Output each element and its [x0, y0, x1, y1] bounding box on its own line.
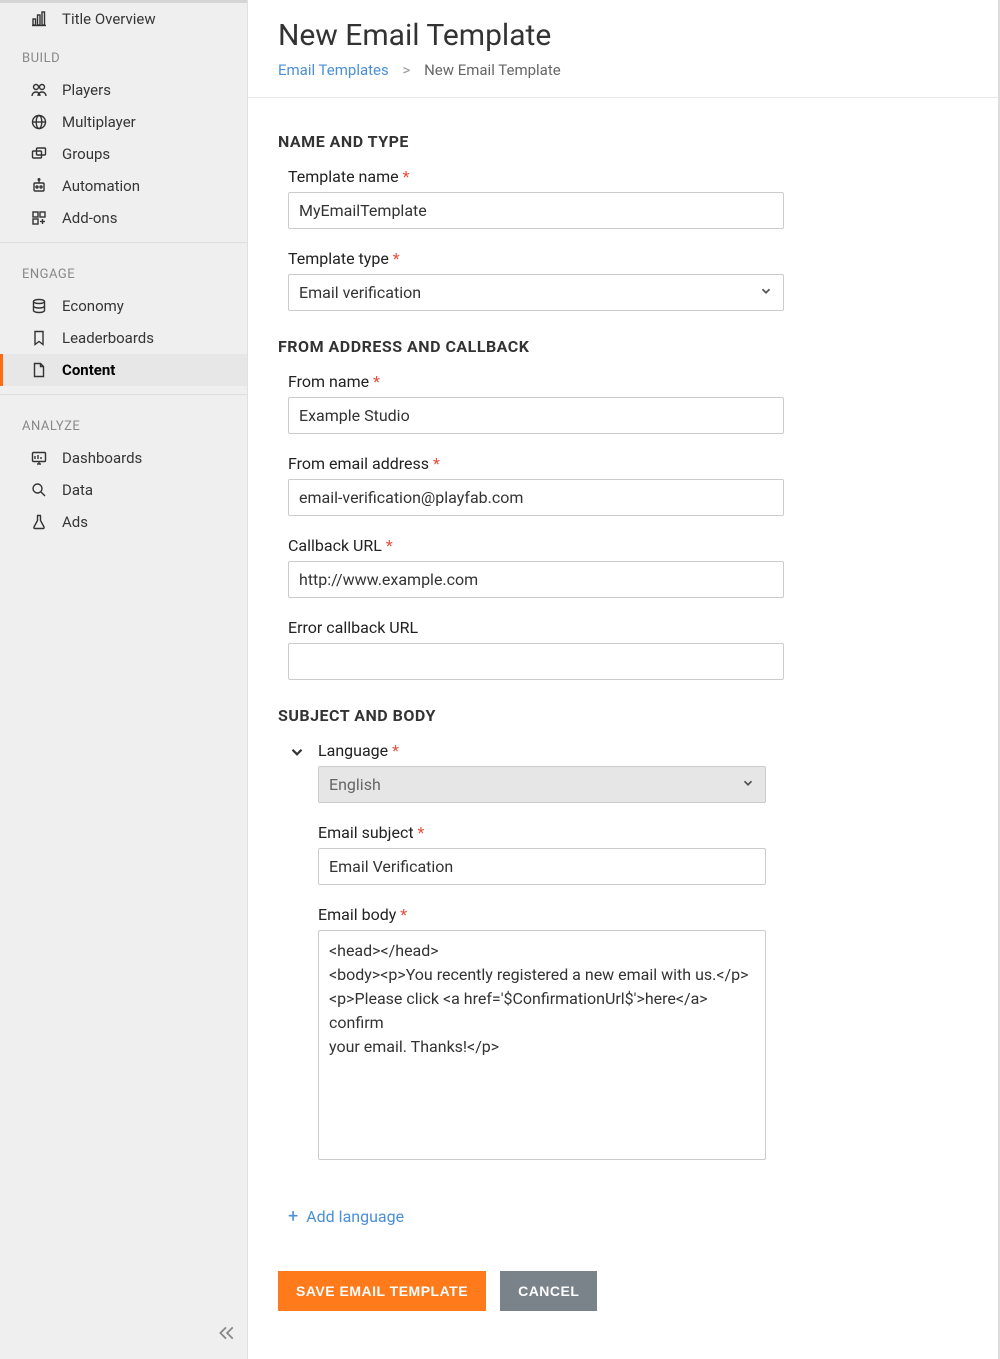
page-title: New Email Template — [278, 18, 968, 53]
sidebar-item-players[interactable]: Players — [0, 74, 247, 106]
globe-icon — [30, 114, 48, 130]
chevron-down-icon — [741, 775, 755, 794]
breadcrumb-current: New Email Template — [424, 61, 561, 79]
sidebar-item-label: Title Overview — [62, 10, 156, 28]
email-subject-input[interactable] — [318, 848, 766, 885]
sidebar-item-label: Players — [62, 81, 111, 99]
email-subject-label: Email subject * — [318, 823, 968, 842]
robot-icon — [30, 178, 48, 194]
sidebar-section-analyze: ANALYZE — [0, 403, 247, 442]
from-name-input[interactable] — [288, 397, 784, 434]
from-email-label: From email address * — [288, 454, 968, 473]
flask-icon — [30, 514, 48, 530]
breadcrumb: Email Templates > New Email Template — [278, 61, 968, 79]
save-button[interactable]: SAVE EMAIL TEMPLATE — [278, 1271, 486, 1311]
section-name-and-type: NAME AND TYPE — [278, 132, 968, 151]
sidebar-item-groups[interactable]: Groups — [0, 138, 247, 170]
template-name-label: Template name * — [288, 167, 968, 186]
chart-bar-icon — [30, 11, 48, 27]
sidebar-item-label: Multiplayer — [62, 113, 136, 131]
plus-icon: + — [288, 1206, 298, 1227]
sidebar-item-content[interactable]: Content — [0, 354, 247, 386]
addons-icon — [30, 210, 48, 226]
sidebar-item-ads[interactable]: Ads — [0, 506, 247, 538]
sidebar-item-title-overview[interactable]: Title Overview — [0, 3, 247, 35]
from-email-input[interactable] — [288, 479, 784, 516]
sidebar-item-multiplayer[interactable]: Multiplayer — [0, 106, 247, 138]
sidebar-section-build: BUILD — [0, 35, 247, 74]
template-type-value: Email verification — [299, 283, 421, 302]
sidebar-item-addons[interactable]: Add-ons — [0, 202, 247, 234]
error-callback-url-label: Error callback URL — [288, 618, 968, 637]
error-callback-url-input[interactable] — [288, 643, 784, 680]
sidebar-item-label: Dashboards — [62, 449, 142, 467]
chevron-down-icon — [759, 283, 773, 302]
dashboard-icon — [30, 450, 48, 466]
sidebar-item-dashboards[interactable]: Dashboards — [0, 442, 247, 474]
sidebar-item-label: Automation — [62, 177, 140, 195]
database-icon — [30, 298, 48, 314]
chevron-down-icon[interactable] — [288, 741, 306, 765]
breadcrumb-separator: > — [402, 61, 410, 79]
sidebar: Title Overview BUILD Players Multiplayer… — [0, 0, 248, 1359]
groups-icon — [30, 146, 48, 162]
language-value: English — [329, 775, 381, 794]
sidebar-item-label: Groups — [62, 145, 110, 163]
cancel-button[interactable]: CANCEL — [500, 1271, 597, 1311]
add-language-button[interactable]: + Add language — [288, 1206, 404, 1227]
email-body-label: Email body * — [318, 905, 968, 924]
sidebar-item-automation[interactable]: Automation — [0, 170, 247, 202]
sidebar-item-label: Ads — [62, 513, 88, 531]
language-label: Language * — [318, 741, 968, 760]
callback-url-label: Callback URL * — [288, 536, 968, 555]
language-select[interactable]: English — [318, 766, 766, 803]
sidebar-section-engage: ENGAGE — [0, 251, 247, 290]
template-name-input[interactable] — [288, 192, 784, 229]
bookmark-icon — [30, 330, 48, 346]
sidebar-item-label: Economy — [62, 297, 124, 315]
template-type-select[interactable]: Email verification — [288, 274, 784, 311]
document-icon — [30, 362, 48, 378]
breadcrumb-link[interactable]: Email Templates — [278, 61, 389, 79]
sidebar-item-data[interactable]: Data — [0, 474, 247, 506]
sidebar-item-label: Leaderboards — [62, 329, 154, 347]
players-icon — [30, 82, 48, 98]
from-name-label: From name * — [288, 372, 968, 391]
sidebar-item-label: Add-ons — [62, 209, 117, 227]
sidebar-item-label: Content — [62, 361, 115, 379]
search-icon — [30, 482, 48, 498]
email-body-textarea[interactable] — [318, 930, 766, 1160]
sidebar-item-leaderboards[interactable]: Leaderboards — [0, 322, 247, 354]
sidebar-item-label: Data — [62, 481, 93, 499]
section-from-address: FROM ADDRESS AND CALLBACK — [278, 337, 968, 356]
section-subject-body: SUBJECT AND BODY — [278, 706, 968, 725]
callback-url-input[interactable] — [288, 561, 784, 598]
main-content: New Email Template Email Templates > New… — [248, 0, 998, 1359]
collapse-sidebar-icon[interactable] — [217, 1323, 235, 1347]
template-type-label: Template type * — [288, 249, 968, 268]
sidebar-item-economy[interactable]: Economy — [0, 290, 247, 322]
add-language-label: Add language — [306, 1207, 404, 1226]
